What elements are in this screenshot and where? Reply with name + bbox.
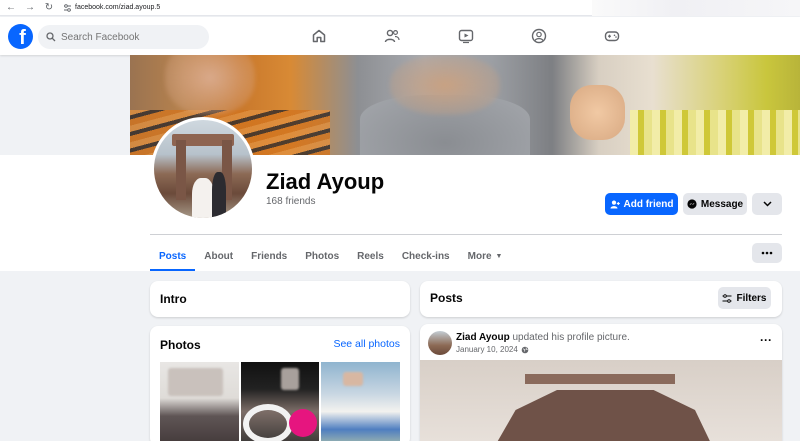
- message-label: Message: [700, 198, 744, 210]
- tab-photos[interactable]: Photos: [296, 241, 348, 271]
- caret-down-icon: ▼: [495, 252, 503, 260]
- post-image-detail: [488, 390, 718, 441]
- cover-photo-detail: [570, 85, 625, 140]
- tab-more[interactable]: More ▼: [459, 241, 512, 271]
- photo-blur: [343, 372, 363, 386]
- chevron-down-icon: [762, 201, 772, 207]
- tab-label: Reels: [357, 250, 384, 262]
- home-icon[interactable]: [311, 28, 327, 44]
- browser-toolbar: ← → ↻ facebook.com/ziad.ayoup.5: [0, 0, 800, 16]
- friend-count[interactable]: 168 friends: [266, 196, 315, 207]
- cover-photo-detail: [390, 55, 500, 115]
- avatar-detail: [176, 140, 186, 200]
- more-dots-icon: [761, 251, 773, 255]
- filters-label: Filters: [736, 292, 767, 304]
- url-text: facebook.com/ziad.ayoup.5: [75, 4, 161, 11]
- add-friend-button[interactable]: Add friend: [605, 193, 678, 215]
- gaming-icon[interactable]: [604, 28, 620, 44]
- search-input[interactable]: [61, 31, 201, 43]
- header-divider: [150, 234, 782, 235]
- profile-name: Ziad Ayoup: [266, 169, 385, 194]
- tab-label: Photos: [305, 250, 340, 262]
- add-friend-label: Add friend: [623, 198, 674, 210]
- post-date-line: January 10, 2024: [456, 345, 529, 354]
- add-friend-icon: [610, 200, 620, 209]
- photo-blur: [281, 368, 299, 390]
- search-box[interactable]: [38, 25, 209, 49]
- site-settings-icon[interactable]: [63, 3, 72, 12]
- avatar-detail: [212, 172, 226, 217]
- see-all-photos-link[interactable]: See all photos: [333, 338, 400, 350]
- post-action-text: updated his profile picture.: [512, 332, 630, 343]
- groups-icon[interactable]: [531, 28, 547, 44]
- photo-frame-ring: [243, 404, 293, 441]
- browser-extensions-area: [592, 0, 800, 16]
- reload-icon[interactable]: ↻: [41, 0, 57, 16]
- post-image[interactable]: [420, 360, 782, 441]
- facebook-top-nav: f: [0, 17, 800, 55]
- posts-title: Posts: [430, 291, 463, 305]
- photo-badge: [289, 409, 317, 437]
- photos-card: Photos See all photos: [150, 326, 410, 441]
- cover-photo-detail: [165, 55, 255, 115]
- tab-friends[interactable]: Friends: [242, 241, 296, 271]
- post-card: Ziad Ayoup updated his profile picture. …: [420, 324, 782, 441]
- profile-tabs: Posts About Friends Photos Reels Check-i…: [150, 241, 511, 271]
- photo-blur: [168, 368, 223, 396]
- video-icon[interactable]: [458, 28, 474, 44]
- tab-reels[interactable]: Reels: [348, 241, 393, 271]
- back-icon[interactable]: ←: [3, 0, 19, 16]
- forward-icon[interactable]: →: [22, 0, 38, 16]
- tab-check-ins[interactable]: Check-ins: [393, 241, 459, 271]
- public-globe-icon: [521, 346, 529, 354]
- post-image-detail: [525, 374, 675, 384]
- tab-posts[interactable]: Posts: [150, 241, 196, 271]
- profile-avatar[interactable]: [151, 117, 255, 221]
- post-date[interactable]: January 10, 2024: [456, 345, 518, 354]
- friends-icon[interactable]: [384, 28, 400, 44]
- avatar-detail: [192, 178, 214, 218]
- tab-label: Check-ins: [401, 250, 450, 262]
- filters-icon: [722, 293, 732, 303]
- profile-more-button[interactable]: [752, 193, 782, 215]
- messenger-icon: [687, 199, 697, 209]
- photo-thumbnail[interactable]: [160, 362, 239, 441]
- tab-about[interactable]: About: [195, 241, 242, 271]
- post-options-icon[interactable]: ···: [760, 333, 772, 347]
- search-icon: [46, 32, 56, 42]
- photo-thumbnail[interactable]: [321, 362, 400, 441]
- photo-thumbnail[interactable]: [241, 362, 319, 441]
- address-bar[interactable]: facebook.com/ziad.ayoup.5: [63, 1, 160, 15]
- intro-card: Intro: [150, 281, 410, 317]
- tabs-more-options-button[interactable]: [752, 243, 782, 263]
- tab-label: Friends: [251, 250, 288, 262]
- tab-label: Posts: [159, 250, 187, 262]
- filters-button[interactable]: Filters: [718, 287, 771, 309]
- tab-label: About: [204, 250, 234, 262]
- post-author-avatar[interactable]: [428, 331, 452, 355]
- intro-title: Intro: [160, 292, 187, 306]
- post-author-line: Ziad Ayoup updated his profile picture.: [456, 332, 630, 343]
- facebook-logo-icon[interactable]: f: [8, 24, 33, 49]
- photos-title: Photos: [160, 338, 201, 352]
- tab-label: More: [467, 250, 492, 262]
- post-author-name[interactable]: Ziad Ayoup: [456, 332, 510, 343]
- message-button[interactable]: Message: [683, 193, 747, 215]
- cover-photo-detail: [630, 110, 800, 155]
